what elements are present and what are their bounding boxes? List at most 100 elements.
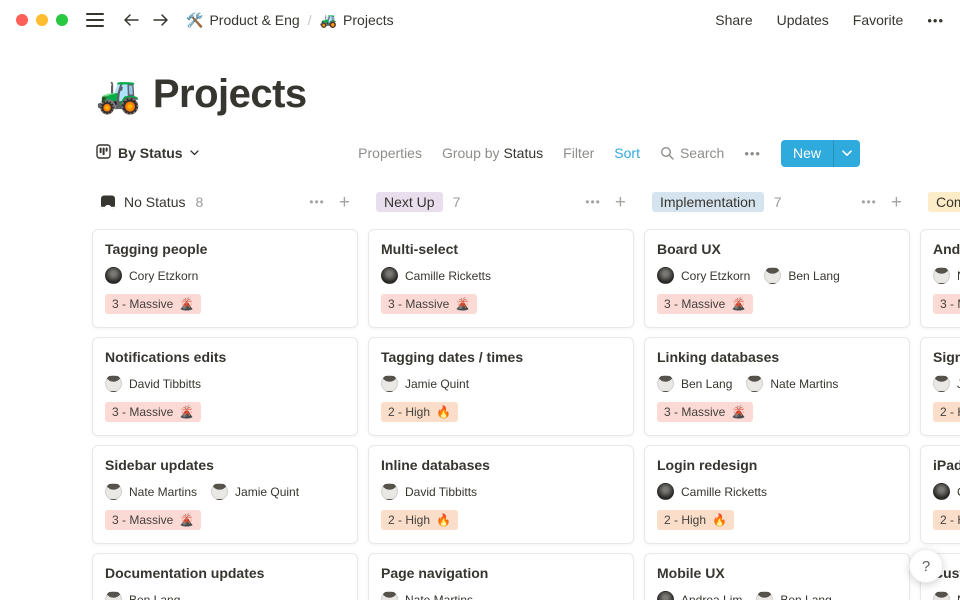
assignee-name: Nate Martins	[770, 377, 838, 391]
assignee-name: Andrea Lim	[681, 593, 742, 600]
priority-emoji: 🌋	[179, 405, 194, 419]
project-card[interactable]: Notifications edits David Tibbitts 3 - M…	[92, 337, 358, 436]
avatar	[381, 375, 398, 392]
breadcrumb-workspace[interactable]: 🛠️ Product & Eng	[186, 12, 300, 29]
new-button-label[interactable]: New	[781, 140, 833, 167]
project-card[interactable]: Mobile UX Andrea Lim Ben Lang 1- Normal🌱	[644, 553, 910, 600]
assignee: Ben Lang	[764, 267, 839, 284]
assignee: Nate Martins	[933, 591, 960, 600]
column-more-icon[interactable]: •••	[861, 195, 877, 209]
window-more-icon[interactable]: •••	[927, 13, 944, 28]
group-by-button[interactable]: Group by Status	[442, 145, 543, 161]
board-column: Implementation 7 ••• + Board UX Cory Etz…	[644, 189, 910, 600]
sort-button[interactable]: Sort	[614, 145, 640, 161]
avatar	[105, 591, 122, 600]
avatar	[381, 591, 398, 600]
chevron-down-icon	[190, 150, 199, 156]
column-add-button[interactable]: +	[891, 193, 902, 212]
project-card[interactable]: Login redesign Camille Ricketts 2 - High…	[644, 445, 910, 544]
project-card[interactable]: Android Nate Martins 3 - Massive🌋	[920, 229, 960, 328]
avatar	[764, 267, 781, 284]
project-card[interactable]: Tagging people Cory Etzkorn 3 - Massive🌋	[92, 229, 358, 328]
card-title: Inline databases	[381, 457, 621, 473]
priority-pill: 2 - High🔥	[933, 402, 960, 422]
project-card[interactable]: Inline databases David Tibbitts 2 - High…	[368, 445, 634, 544]
avatar	[746, 375, 763, 392]
search-icon	[660, 146, 674, 160]
no-status-icon	[100, 194, 116, 210]
priority-pill: 2 - High 🔥	[657, 510, 734, 530]
priority-label: 3 - Massive	[112, 297, 173, 311]
priority-emoji: 🌋	[179, 513, 194, 527]
priority-label: 2 - High	[664, 513, 706, 527]
assignee-name: Ben Lang	[681, 377, 732, 391]
priority-pill: 3 - Massive 🌋	[381, 294, 477, 314]
project-card[interactable]: Tagging dates / times Jamie Quint 2 - Hi…	[368, 337, 634, 436]
back-arrow-icon[interactable]	[122, 12, 140, 28]
minimize-window-icon[interactable]	[36, 14, 48, 26]
updates-button[interactable]: Updates	[777, 12, 829, 28]
new-button-chevron[interactable]	[834, 140, 860, 167]
avatar	[105, 375, 122, 392]
project-card[interactable]: Sign up Jamie Quint 2 - High🔥	[920, 337, 960, 436]
project-card[interactable]: Documentation updates Ben Lang 2 - High🔥	[92, 553, 358, 600]
priority-emoji: 🔥	[712, 513, 727, 527]
assignee: Nate Martins	[105, 483, 197, 500]
share-button[interactable]: Share	[715, 12, 752, 28]
sidebar-toggle-icon[interactable]	[86, 13, 104, 27]
assignee: Jamie Quint	[933, 375, 960, 392]
column-more-icon[interactable]: •••	[585, 195, 601, 209]
priority-label: 3 - Massive	[388, 297, 449, 311]
breadcrumb-separator: /	[306, 12, 314, 28]
maximize-window-icon[interactable]	[56, 14, 68, 26]
assignee: Camille Ricketts	[381, 267, 491, 284]
priority-pill: 3 - Massive🌋	[657, 402, 753, 422]
help-button[interactable]: ?	[909, 549, 943, 583]
favorite-button[interactable]: Favorite	[853, 12, 904, 28]
search-button[interactable]: Search	[660, 145, 724, 161]
window-titlebar: 🛠️ Product & Eng / 🚜 Projects Share Upda…	[0, 0, 960, 40]
priority-label: 2 - High	[388, 513, 430, 527]
priority-pill: 3 - Massive🌋	[657, 294, 753, 314]
priority-label: 2 - High	[388, 405, 430, 419]
column-title: No Status	[124, 194, 185, 210]
assignee: Ben Lang	[105, 591, 180, 600]
assignee: Ben Lang	[657, 375, 732, 392]
assignee-name: Camille Ricketts	[681, 485, 767, 499]
project-card[interactable]: Sidebar updates Nate Martins Jamie Quint…	[92, 445, 358, 544]
toolbar-more-icon[interactable]: •••	[744, 146, 761, 161]
priority-pill: 3 - Massive🌋	[105, 402, 201, 422]
new-button[interactable]: New	[781, 140, 860, 167]
assignee: Cory Etzkorn	[105, 267, 198, 284]
page-title: Projects	[153, 72, 307, 117]
assignee: David Tibbitts	[105, 375, 201, 392]
assignee: Nate Martins	[381, 591, 473, 600]
assignee: Ben Lang	[756, 591, 831, 600]
assignee-name: Cory Etzkorn	[129, 269, 198, 283]
filter-button[interactable]: Filter	[563, 145, 594, 161]
column-add-button[interactable]: +	[339, 193, 350, 212]
card-title: Login redesign	[657, 457, 897, 473]
project-card[interactable]: Linking databases Ben Lang Nate Martins …	[644, 337, 910, 436]
column-more-icon[interactable]: •••	[309, 195, 325, 209]
database-toolbar: By Status Properties Group by Status Fil…	[0, 139, 960, 167]
priority-emoji: 🌋	[455, 297, 470, 311]
assignee-name: Cory Etzkorn	[681, 269, 750, 283]
breadcrumb-page[interactable]: 🚜 Projects	[320, 12, 394, 29]
project-card[interactable]: Page navigation Nate Martins 1- Normal🌴	[368, 553, 634, 600]
view-switcher[interactable]: By Status	[96, 144, 199, 162]
page-icon[interactable]: 🚜	[96, 77, 141, 113]
forward-arrow-icon[interactable]	[152, 12, 170, 28]
project-card[interactable]: Multi-select Camille Ricketts 3 - Massiv…	[368, 229, 634, 328]
column-add-button[interactable]: +	[615, 193, 626, 212]
priority-label: 3 - Massive	[940, 297, 960, 311]
priority-label: 3 - Massive	[664, 405, 725, 419]
avatar	[933, 591, 950, 600]
project-card[interactable]: iPad app Cory Etzkorn 2 - High🔥	[920, 445, 960, 544]
avatar	[657, 591, 674, 600]
close-window-icon[interactable]	[16, 14, 28, 26]
project-card[interactable]: Board UX Cory Etzkorn Ben Lang 3 - Massi…	[644, 229, 910, 328]
assignee-name: Camille Ricketts	[405, 269, 491, 283]
properties-button[interactable]: Properties	[358, 145, 422, 161]
priority-pill: 3 - Massive🌋	[105, 294, 201, 314]
